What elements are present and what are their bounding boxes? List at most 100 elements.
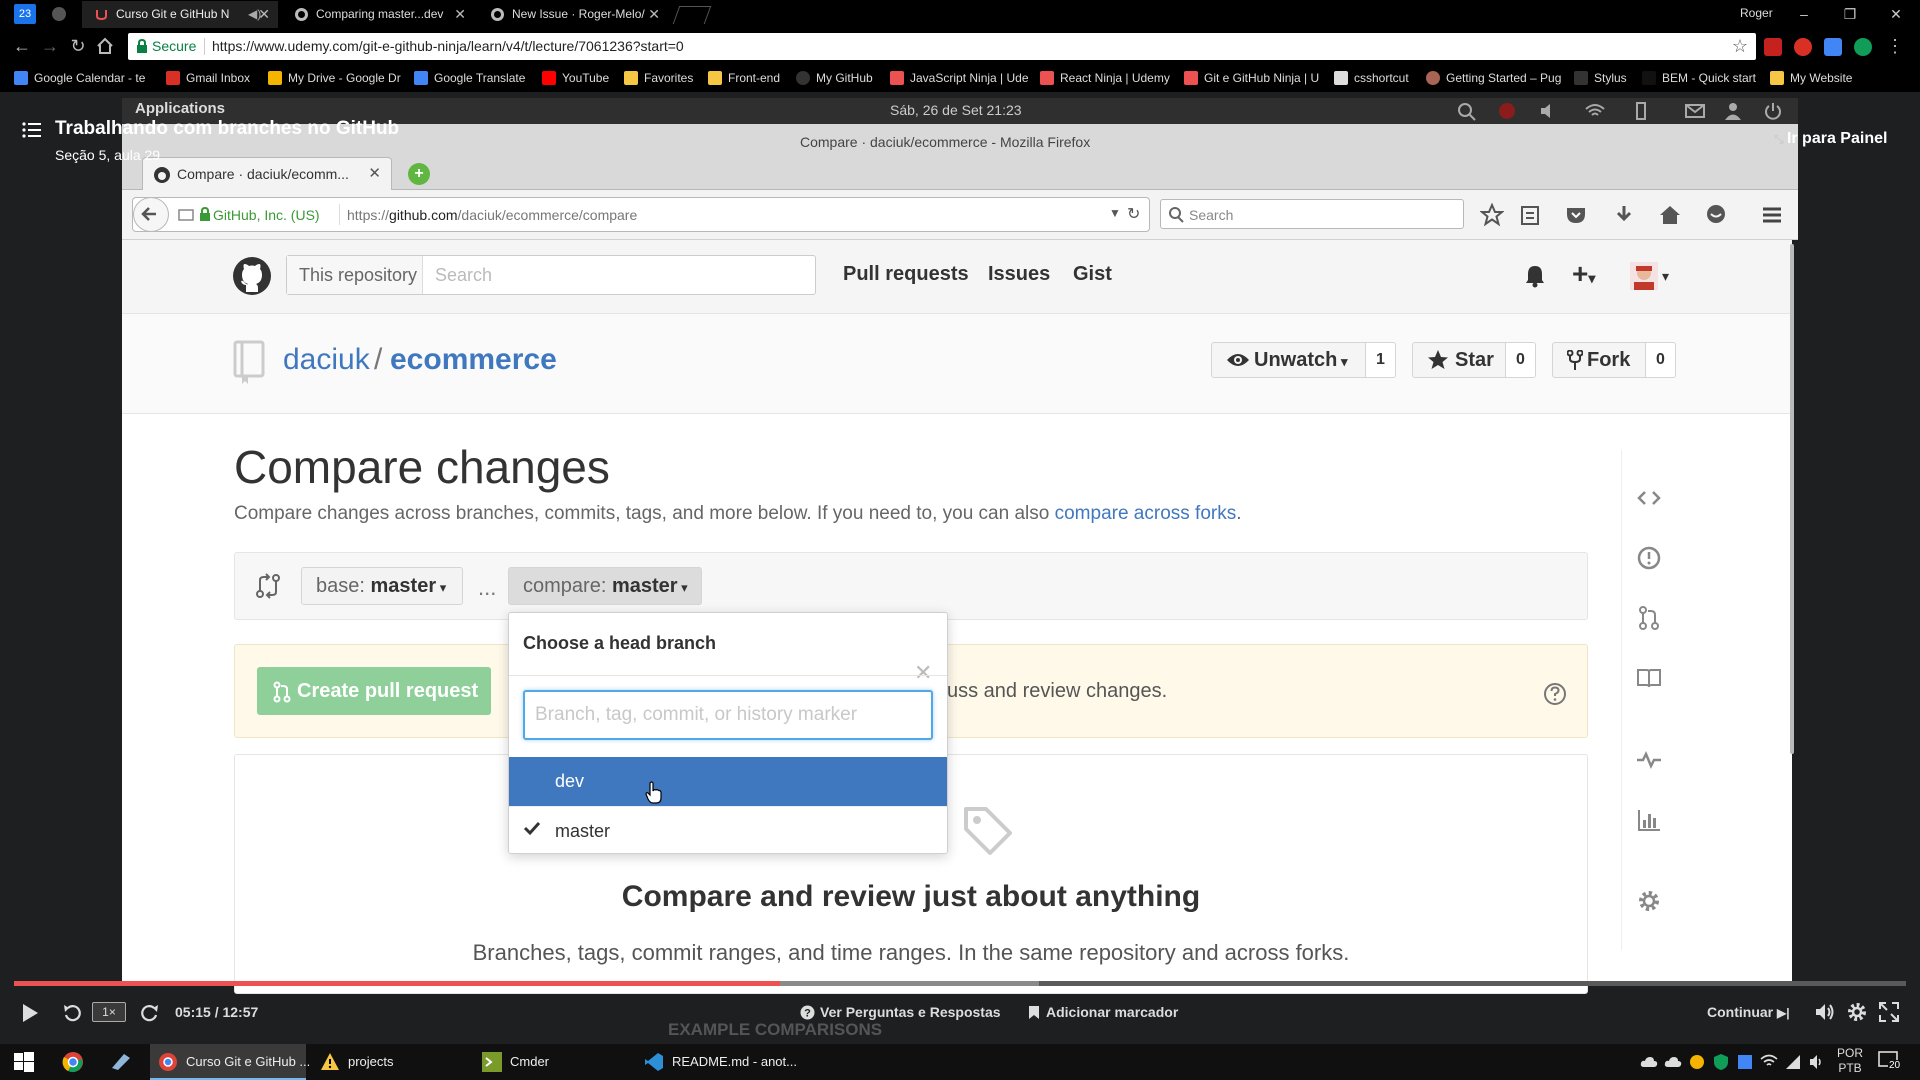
home-icon[interactable]: [1658, 203, 1682, 227]
reload-icon[interactable]: ↻: [66, 34, 90, 58]
bookmark-folder[interactable]: Favorites: [624, 64, 693, 92]
close-tab-icon[interactable]: ✕: [648, 1, 660, 28]
windows-start-icon[interactable]: [14, 1052, 34, 1072]
close-icon[interactable]: ✕: [914, 660, 932, 686]
close-tab-icon[interactable]: ✕: [368, 164, 381, 182]
fork-button[interactable]: Fork: [1552, 342, 1646, 378]
close-window-button[interactable]: ✕: [1874, 0, 1918, 28]
hamburger-menu-icon[interactable]: [1760, 203, 1784, 227]
branch-item-dev[interactable]: dev: [509, 757, 947, 806]
page-scrollbar[interactable]: [1790, 244, 1794, 754]
page-info-icon[interactable]: [177, 207, 195, 223]
address-bar[interactable]: Secure https://www.udemy.com/git-e-githu…: [128, 33, 1756, 60]
repo-owner-link[interactable]: daciuk: [283, 343, 370, 377]
shield-icon[interactable]: [1712, 1053, 1730, 1071]
bookmark-item[interactable]: Gmail Inbox: [166, 64, 250, 92]
unwatch-button[interactable]: Unwatch ▾: [1211, 342, 1366, 378]
taskbar-app-vscode[interactable]: README.md - anot...: [636, 1044, 797, 1080]
extension-icon[interactable]: [1854, 38, 1872, 56]
bookmark-item[interactable]: Git e GitHub Ninja | U: [1184, 64, 1319, 92]
bookmark-item[interactable]: My GitHub: [796, 64, 873, 92]
pull-request-icon[interactable]: [1636, 605, 1662, 631]
close-tab-icon[interactable]: ✕: [258, 1, 270, 28]
chrome-menu-icon[interactable]: ⋮: [1886, 36, 1904, 57]
bookmark-folder[interactable]: Front-end: [708, 64, 780, 92]
bookmark-item[interactable]: BEM - Quick start: [1642, 64, 1756, 92]
forward-arrow-icon[interactable]: →: [38, 34, 62, 58]
bookmark-folder[interactable]: My Website: [1770, 64, 1852, 92]
home-icon[interactable]: [96, 37, 114, 55]
wiki-book-icon[interactable]: [1636, 665, 1662, 691]
firefox-new-tab-button[interactable]: +: [408, 163, 430, 185]
input-language[interactable]: POR PTB: [1837, 1046, 1863, 1076]
firefox-url-bar[interactable]: GitHub, Inc. (US) https://github.com/dac…: [132, 197, 1150, 232]
back-to-dashboard-link[interactable]: ⤡ Ir para Painel: [1774, 130, 1887, 148]
bookmark-item[interactable]: JavaScript Ninja | Ude: [890, 64, 1029, 92]
bookmark-item[interactable]: Stylus: [1574, 64, 1627, 92]
dropdown-arrow-icon[interactable]: ▼: [1109, 206, 1121, 220]
notifications-button[interactable]: 20: [1878, 1050, 1902, 1072]
nav-gist[interactable]: Gist: [1073, 263, 1112, 286]
avatar[interactable]: [1630, 262, 1658, 290]
bookmark-item[interactable]: csshortcut: [1334, 64, 1409, 92]
compare-branch-button[interactable]: compare: master ▾: [508, 567, 702, 605]
reload-icon[interactable]: ↻: [1127, 204, 1140, 224]
github-search[interactable]: This repository Search: [286, 255, 816, 295]
extension-badge-icon[interactable]: [1794, 38, 1812, 56]
branch-filter-input[interactable]: [523, 690, 933, 740]
play-icon[interactable]: [20, 1002, 40, 1024]
nav-pull-requests[interactable]: Pull requests: [843, 263, 969, 286]
volume-icon[interactable]: [1814, 1001, 1836, 1023]
qa-button[interactable]: ? Ver Perguntas e Respostas: [800, 1004, 1001, 1020]
firefox-tab-compare[interactable]: Compare · daciuk/ecomm... ✕: [142, 157, 392, 190]
nav-issues[interactable]: Issues: [988, 263, 1050, 286]
repo-name-link[interactable]: ecommerce: [390, 343, 557, 377]
profile-name[interactable]: Roger: [1740, 6, 1773, 20]
cloud-sync-icon[interactable]: [1664, 1053, 1682, 1071]
add-bookmark-button[interactable]: Adicionar marcador: [1028, 1004, 1178, 1020]
taskbar-app-chrome[interactable]: Curso Git e GitHub ...: [150, 1044, 310, 1080]
volume-icon[interactable]: [1808, 1053, 1826, 1071]
code-icon[interactable]: [1636, 485, 1662, 511]
taskbar-app-cmder[interactable]: Cmder: [474, 1044, 634, 1080]
restore-button[interactable]: ❐: [1828, 0, 1872, 28]
chrome-pinned-tab[interactable]: [48, 4, 70, 24]
gmail-extension-icon[interactable]: [1764, 38, 1782, 56]
close-tab-icon[interactable]: ✕: [454, 1, 466, 28]
bookmark-star-icon[interactable]: [1480, 203, 1504, 227]
github-logo-icon[interactable]: [232, 256, 272, 296]
back-button[interactable]: [133, 197, 169, 232]
bookmark-item[interactable]: YouTube: [542, 64, 609, 92]
chevron-down-icon[interactable]: ▾: [1662, 268, 1669, 285]
bookmark-item[interactable]: Getting Started – Pug: [1426, 64, 1561, 92]
network-icon[interactable]: [1760, 1053, 1778, 1071]
pulse-icon[interactable]: [1636, 747, 1662, 773]
chrome-tab-new-issue[interactable]: New Issue · Roger-Melo/ ✕: [478, 1, 668, 28]
app-tray-icon[interactable]: [1688, 1053, 1706, 1071]
forward-icon[interactable]: [140, 1002, 160, 1024]
issue-icon[interactable]: [1636, 545, 1662, 571]
new-tab-button[interactable]: [672, 6, 712, 24]
fork-count[interactable]: 0: [1646, 342, 1676, 378]
bookmark-item[interactable]: Google Calendar - te: [14, 64, 145, 92]
rewind-icon[interactable]: [62, 1002, 82, 1024]
settings-gear-icon[interactable]: [1846, 1001, 1868, 1023]
pocket-icon[interactable]: [1564, 203, 1588, 227]
back-arrow-icon[interactable]: ←: [10, 34, 34, 58]
watch-count[interactable]: 1: [1366, 342, 1396, 378]
pinned-app-icon[interactable]: [110, 1052, 132, 1072]
create-pull-request-button[interactable]: Create pull request: [257, 667, 491, 715]
bell-icon[interactable]: [1524, 264, 1546, 288]
minimize-button[interactable]: –: [1782, 0, 1826, 28]
bookmark-star-icon[interactable]: ☆: [1732, 36, 1748, 57]
bookmark-item[interactable]: Google Translate: [414, 64, 525, 92]
star-count[interactable]: 0: [1506, 342, 1536, 378]
chrome-tab-comparing[interactable]: Comparing master...dev ✕: [282, 1, 474, 28]
chrome-tab-udemy[interactable]: Curso Git e GitHub N ◀) ✕: [82, 1, 278, 28]
fullscreen-icon[interactable]: [1878, 1001, 1900, 1023]
branch-item-master[interactable]: master: [509, 806, 947, 855]
graph-icon[interactable]: [1636, 807, 1662, 833]
star-button[interactable]: Star: [1412, 342, 1506, 378]
download-icon[interactable]: [1612, 203, 1636, 227]
continue-button[interactable]: Continuar ▶|: [1707, 1004, 1790, 1020]
